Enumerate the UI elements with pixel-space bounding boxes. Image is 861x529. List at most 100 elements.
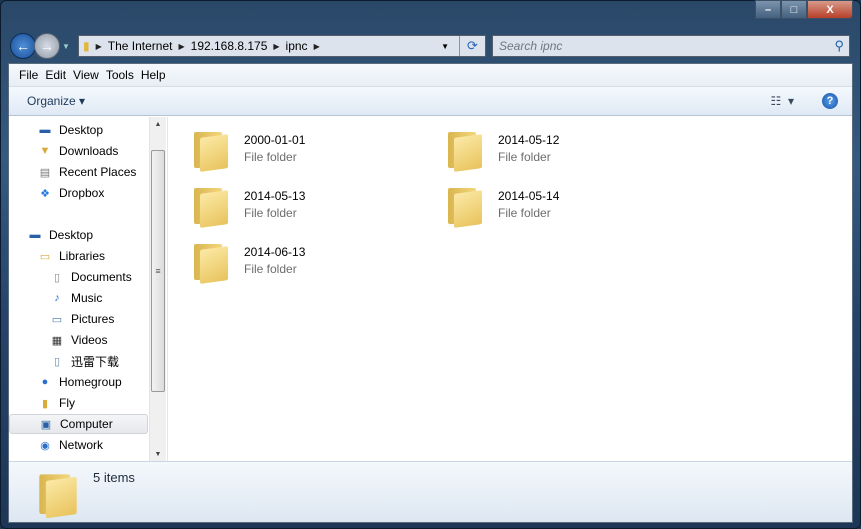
forward-button[interactable]: → <box>34 33 60 59</box>
folder-name: 2014-06-13 <box>244 244 306 259</box>
nav-item-desktop[interactable]: ▬ Desktop <box>37 120 104 140</box>
folder-icon <box>448 126 482 170</box>
recent-pages-dropdown[interactable]: ▼ <box>62 42 70 51</box>
breadcrumb-ip[interactable]: 192.168.8.175 <box>191 39 268 53</box>
scroll-down-arrow[interactable]: ▼ <box>150 451 166 458</box>
nav-item-dropbox[interactable]: ❖ Dropbox <box>37 183 104 203</box>
address-bar[interactable]: ▮ ▶ The Internet ▶ 192.168.8.175 ▶ ipnc … <box>78 35 486 57</box>
folder-item[interactable]: 2000-01-01 File folder <box>174 123 374 173</box>
chevron-right-icon[interactable]: ▶ <box>314 42 320 51</box>
folder-icon <box>194 126 228 170</box>
user-folder-icon: ▮ <box>41 397 49 410</box>
window-controls: – □ X <box>755 0 853 19</box>
scroll-thumb[interactable]: ≡ <box>151 150 165 392</box>
nav-item-label: Fly <box>59 396 75 410</box>
folder-item[interactable]: 2014-05-14 File folder <box>428 179 628 229</box>
search-icon[interactable]: ⚲ <box>834 38 844 54</box>
videos-icon: ▦ <box>51 334 63 347</box>
libraries-icon: ▭ <box>39 250 51 263</box>
folder-type: File folder <box>244 261 297 276</box>
search-input[interactable]: Search ipnc ⚲ <box>492 35 850 57</box>
navigation-buttons: ← → ▼ <box>10 33 70 59</box>
search-placeholder: Search ipnc <box>499 39 563 53</box>
nav-item-homegroup[interactable]: ● Homegroup <box>37 372 122 392</box>
nav-item-fly[interactable]: ▮ Fly <box>37 393 75 413</box>
refresh-icon[interactable]: ⟳ <box>459 36 485 56</box>
menu-file[interactable]: File <box>9 68 45 82</box>
chevron-right-icon[interactable]: ▶ <box>178 42 184 51</box>
folder-type: File folder <box>244 149 297 164</box>
folder-item[interactable]: 2014-05-12 File folder <box>428 123 628 173</box>
address-history-dropdown[interactable]: ▼ <box>441 42 449 51</box>
nav-item-label: Desktop <box>59 123 104 137</box>
back-button[interactable]: ← <box>10 33 36 59</box>
dropbox-icon: ❖ <box>40 187 50 200</box>
folder-icon <box>448 182 482 226</box>
nav-item-documents[interactable]: ▯ Documents <box>49 267 132 287</box>
nav-item-videos[interactable]: ▦ Videos <box>49 330 108 350</box>
nav-item-recent-places[interactable]: ▤ Recent Places <box>37 162 137 182</box>
folder-item[interactable]: 2014-05-13 File folder <box>174 179 374 229</box>
nav-item-libraries[interactable]: ▭ Libraries <box>37 246 105 266</box>
file-list: 2000-01-01 File folder 2014-05-12 File fold… <box>167 117 852 462</box>
recent-places-icon: ▤ <box>39 166 51 179</box>
folder-icon <box>39 468 76 516</box>
pictures-icon: ▭ <box>51 313 63 326</box>
minimize-button[interactable]: – <box>755 0 781 19</box>
menu-tools[interactable]: Tools <box>106 68 141 82</box>
close-button[interactable]: X <box>807 0 853 19</box>
nav-scrollbar[interactable]: ▲ ≡ ▼ <box>149 117 166 462</box>
nav-item-computer[interactable]: ▣ Computer <box>9 414 148 434</box>
nav-item-label: Music <box>71 291 103 305</box>
music-icon: ♪ <box>54 292 60 304</box>
folder-icon <box>194 182 228 226</box>
maximize-button[interactable]: □ <box>781 0 807 19</box>
nav-item-music[interactable]: ♪ Music <box>49 288 102 308</box>
downloads-icon: ▼ <box>39 145 51 157</box>
help-icon[interactable]: ? <box>822 93 838 109</box>
nav-item-downloads[interactable]: ▼ Downloads <box>37 141 119 161</box>
scroll-up-arrow[interactable]: ▲ <box>150 121 166 128</box>
folder-name: 2014-05-12 <box>498 132 560 147</box>
nav-item-label: 迅雷下载 <box>71 354 120 369</box>
homegroup-icon: ● <box>41 376 49 388</box>
desktop-icon: ▬ <box>39 124 51 136</box>
organize-button[interactable]: Organize ▾ <box>27 94 85 108</box>
nav-item-label: Network <box>59 438 104 452</box>
breadcrumb-ipnc[interactable]: ipnc <box>286 39 308 53</box>
computer-icon: ▣ <box>40 418 52 431</box>
menu-edit[interactable]: Edit <box>45 68 73 82</box>
details-pane: 5 items <box>9 461 852 522</box>
folder-icon: ▮ <box>83 39 90 53</box>
breadcrumb-the-internet[interactable]: The Internet <box>108 39 173 53</box>
nav-item-label: Downloads <box>59 144 119 158</box>
nav-item-pictures[interactable]: ▭ Pictures <box>49 309 115 329</box>
nav-item-label: Documents <box>71 270 132 284</box>
nav-item-label: Videos <box>71 333 108 347</box>
network-icon: ◉ <box>40 439 50 452</box>
nav-item-label: Computer <box>60 417 113 431</box>
nav-item-desktop[interactable]: ▬ Desktop <box>27 225 94 245</box>
chevron-right-icon[interactable]: ▶ <box>273 42 279 51</box>
nav-item-label: Pictures <box>71 312 115 326</box>
nav-item-label: Homegroup <box>59 375 122 389</box>
chevron-right-icon[interactable]: ▶ <box>96 42 102 51</box>
change-view-button[interactable]: ☷ ▾ <box>771 94 794 108</box>
nav-item-label: Desktop <box>49 228 94 242</box>
menu-bar: File Edit View Tools Help <box>9 64 852 87</box>
nav-item-label: Dropbox <box>59 186 105 200</box>
folder-name: 2014-05-13 <box>244 188 306 203</box>
menu-view[interactable]: View <box>73 68 106 82</box>
folder-type: File folder <box>498 149 551 164</box>
folder-item[interactable]: 2014-06-13 File folder <box>174 235 374 285</box>
folder-icon <box>194 238 228 282</box>
nav-item-label: Libraries <box>59 249 106 263</box>
command-bar: Organize ▾ ☷ ▾ ? <box>9 87 852 116</box>
nav-item-迅雷下载[interactable]: ▯ 迅雷下载 <box>49 351 119 371</box>
item-count: 5 items <box>93 470 135 485</box>
nav-item-network[interactable]: ◉ Network <box>37 435 103 455</box>
desktop-icon: ▬ <box>29 229 41 241</box>
menu-help[interactable]: Help <box>141 68 173 82</box>
nav-item-label: Recent Places <box>59 165 137 179</box>
document-icon: ▯ <box>53 355 61 368</box>
